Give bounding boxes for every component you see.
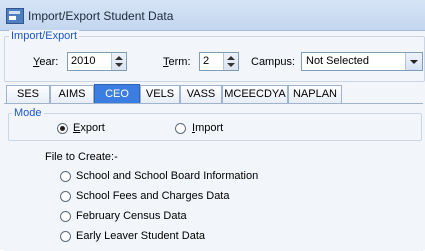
tab-mceecdya[interactable]: MCEECDYA bbox=[222, 85, 288, 103]
option-radio-early-leaver[interactable] bbox=[60, 231, 71, 242]
term-spinner[interactable]: 2 bbox=[199, 52, 239, 71]
tab-naplan[interactable]: NAPLAN bbox=[288, 85, 342, 103]
option-radio-school-board[interactable] bbox=[60, 171, 71, 182]
spin-down-icon[interactable] bbox=[227, 63, 235, 67]
spin-up-icon[interactable] bbox=[227, 56, 235, 60]
option-radio-february-census[interactable] bbox=[60, 211, 71, 222]
option-radio-fees-charges[interactable] bbox=[60, 191, 71, 202]
tab-vels[interactable]: VELS bbox=[140, 85, 180, 103]
spin-down-icon[interactable] bbox=[115, 63, 123, 67]
option-label-february-census[interactable]: February Census Data bbox=[76, 210, 187, 222]
year-spin-buttons[interactable] bbox=[111, 53, 126, 70]
option-label-school-board[interactable]: School and School Board Information bbox=[76, 170, 258, 182]
tab-ses[interactable]: SES bbox=[6, 85, 50, 103]
import-export-legend: Import/Export bbox=[9, 30, 80, 42]
tab-vass[interactable]: VASS bbox=[180, 85, 222, 103]
campus-value: Not Selected bbox=[306, 55, 369, 67]
tab-aims[interactable]: AIMS bbox=[50, 85, 94, 103]
import-label[interactable]: Import bbox=[192, 122, 223, 134]
title-bar[interactable]: Import/Export Student Data bbox=[0, 0, 425, 31]
import-radio[interactable] bbox=[175, 123, 186, 134]
campus-label: Campus: bbox=[251, 56, 296, 68]
spin-up-icon[interactable] bbox=[115, 56, 123, 60]
term-value: 2 bbox=[203, 55, 210, 67]
campus-dropdown-button[interactable] bbox=[405, 53, 422, 70]
chevron-down-icon bbox=[410, 60, 418, 64]
export-radio[interactable] bbox=[57, 123, 68, 134]
tab-ceo[interactable]: CEO bbox=[94, 84, 140, 104]
campus-select[interactable]: Not Selected bbox=[301, 52, 423, 71]
year-spinner[interactable]: 2010 bbox=[67, 52, 127, 71]
export-label[interactable]: Export bbox=[73, 122, 105, 134]
option-label-fees-charges[interactable]: School Fees and Charges Data bbox=[76, 190, 229, 202]
term-label: Term: bbox=[163, 56, 191, 68]
mode-legend: Mode bbox=[12, 107, 44, 119]
window-title: Import/Export Student Data bbox=[28, 9, 174, 23]
year-value: 2010 bbox=[71, 55, 96, 67]
import-export-window: Import/Export Student Data Import/Export… bbox=[0, 0, 425, 251]
term-spin-buttons[interactable] bbox=[223, 53, 238, 70]
app-icon bbox=[6, 8, 24, 24]
file-to-create-heading: File to Create:- bbox=[45, 151, 118, 163]
year-label: Year: bbox=[33, 56, 59, 68]
option-label-early-leaver[interactable]: Early Leaver Student Data bbox=[76, 230, 205, 242]
